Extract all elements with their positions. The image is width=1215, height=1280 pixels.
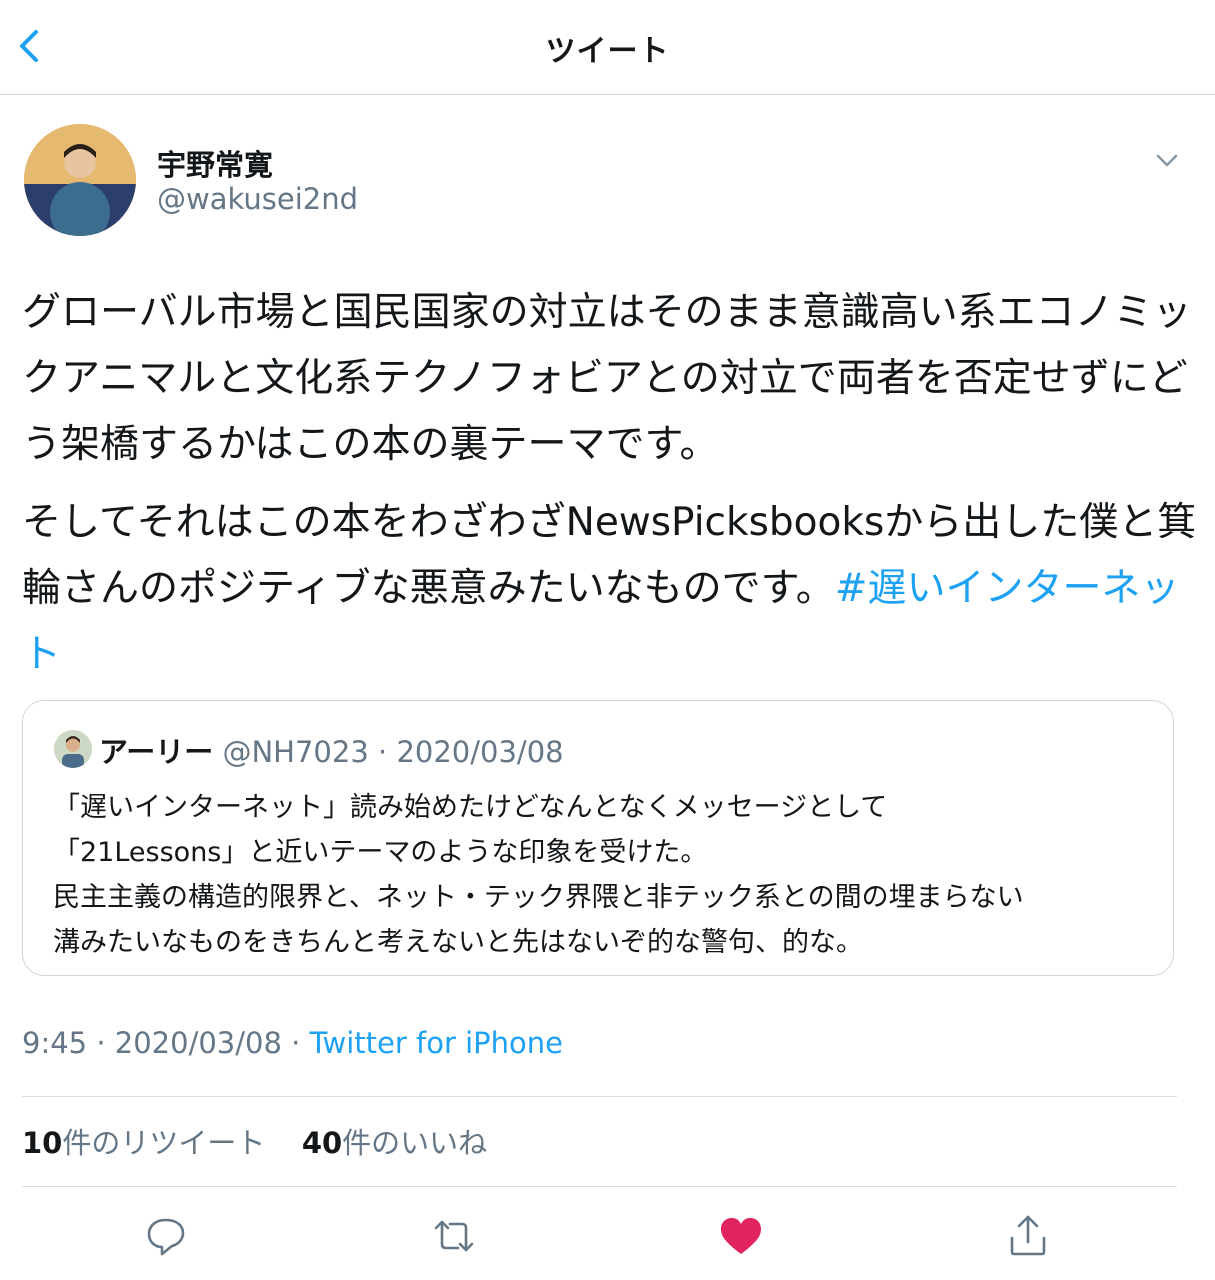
reply-button[interactable] xyxy=(140,1210,192,1262)
tweet-meta: 9:45 · 2020/03/08 · Twitter for iPhone xyxy=(22,1026,563,1060)
separator-dot: · xyxy=(368,735,397,769)
separator-dot: · xyxy=(87,1026,115,1060)
tweet-paragraph: そしてそれはこの本をわざわざNewsPicksbooksから出した僕と箕輪さんの… xyxy=(22,490,1202,688)
author-handle[interactable]: @wakusei2nd xyxy=(157,182,358,216)
quoted-avatar xyxy=(54,730,92,768)
retweet-count-value: 10 xyxy=(22,1126,63,1160)
tweet-paragraph: グローバル市場と国民国家の対立はそのまま意識高い系エコノミックアニマルと文化系テ… xyxy=(22,290,1192,467)
tweet-source-link[interactable]: Twitter for iPhone xyxy=(310,1026,563,1060)
like-count-value: 40 xyxy=(301,1126,343,1160)
like-count[interactable]: 40件のいいね xyxy=(302,1126,487,1160)
quoted-avatar-photo-icon xyxy=(54,730,92,768)
tweet-text: グローバル市場と国民国家の対立はそのまま意識高い系エコノミックアニマルと文化系テ… xyxy=(22,280,1202,700)
quoted-author-handle: @NH7023 xyxy=(222,735,369,769)
like-icon xyxy=(721,1218,761,1254)
quoted-author-name: アーリー xyxy=(99,735,214,769)
quoted-line: 「遅いインターネット」読み始めたけどなんとなくメッセージとして xyxy=(53,792,888,823)
quoted-line: 溝みたいなものをきちんと考えないと先はないぞ的な警句、的な。 xyxy=(53,927,863,958)
separator-dot: · xyxy=(281,1026,310,1060)
tweet-date: 2020/03/08 xyxy=(114,1026,282,1060)
quoted-date: 2020/03/08 xyxy=(396,735,564,769)
divider xyxy=(22,1186,1177,1187)
divider xyxy=(22,1096,1177,1097)
retweet-count-label: 件のリツイート xyxy=(62,1126,266,1160)
chevron-down-icon xyxy=(1156,154,1178,167)
like-count-label: 件のいいね xyxy=(342,1126,488,1160)
author-name[interactable]: 宇野常寛 xyxy=(157,142,273,184)
tweet-stats: 10件のリツイート 40件のいいね xyxy=(22,1120,487,1162)
retweet-button[interactable] xyxy=(428,1210,480,1262)
top-bar: ツイート xyxy=(0,0,1215,95)
retweet-icon xyxy=(434,1220,474,1252)
quoted-line: 「21Lessons」と近いテーマのような印象を受けた。 xyxy=(53,837,708,868)
quoted-tweet[interactable]: アーリー @NH7023 · 2020/03/08 「遅いインターネット」読み始… xyxy=(22,700,1174,976)
quoted-text: 「遅いインターネット」読み始めたけどなんとなくメッセージとして 「21Lesso… xyxy=(53,785,1153,965)
quoted-line: 民主主義の構造的限界と、ネット・テック界隈と非テック系との間の埋まらない xyxy=(53,882,1024,913)
quoted-header: アーリー @NH7023 · 2020/03/08 xyxy=(99,729,564,771)
reply-icon xyxy=(147,1218,185,1256)
like-button[interactable] xyxy=(715,1210,767,1262)
retweet-count[interactable]: 10件のリツイート xyxy=(22,1126,265,1160)
share-icon xyxy=(1010,1215,1046,1256)
avatar[interactable] xyxy=(24,124,136,236)
avatar-photo-icon xyxy=(24,124,136,236)
share-button[interactable] xyxy=(1002,1210,1054,1262)
tweet-time: 9:45 xyxy=(22,1026,88,1060)
more-options-button[interactable] xyxy=(1150,146,1184,174)
page-title: ツイート xyxy=(545,34,670,69)
